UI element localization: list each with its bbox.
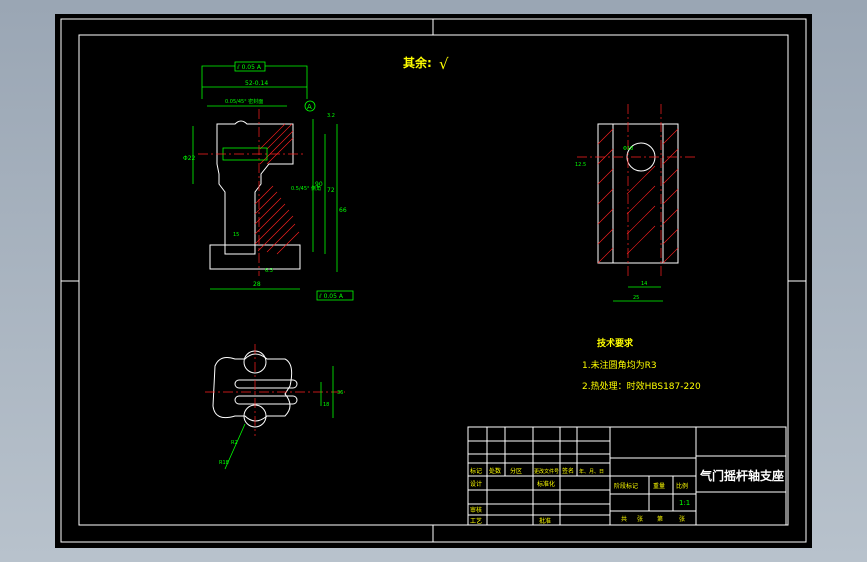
label-approve: 批准 xyxy=(539,517,551,525)
label-review: 审核 xyxy=(470,506,482,514)
side-hatch xyxy=(597,128,679,264)
label-standard: 标准化 xyxy=(537,480,555,488)
part-name: 气门摇杆轴支座 xyxy=(699,468,784,483)
dim-bottom-width: 28 xyxy=(253,281,261,288)
tech-req-item-1: 1.未注圆角均为R3 xyxy=(582,359,657,371)
dim-bore-spec: 0.05/45° 密封面 xyxy=(225,98,263,105)
label-stage-mark: 阶段标记 xyxy=(614,482,638,490)
label-sign: 签名 xyxy=(562,467,574,475)
outer-border xyxy=(60,18,807,543)
body-outline xyxy=(216,120,294,255)
label-weight: 重量 xyxy=(653,482,665,490)
inner-border xyxy=(78,34,789,526)
label-doc-no: 更改文件号 xyxy=(534,468,559,475)
label-date: 年、月、日 xyxy=(579,468,604,475)
dim-66: 66 xyxy=(339,207,347,214)
top-view: 36 18 R18 R2 xyxy=(205,344,345,470)
top-dim-r2: R2 xyxy=(231,440,238,446)
top-dim-18: 18 xyxy=(323,402,329,408)
dim-15: 15 xyxy=(233,232,239,238)
title-block: 标记 处数 分区 更改文件号 签名 年、月、日 设计 标准化 审核 工艺 批准 … xyxy=(467,426,787,526)
top-slot-upper xyxy=(234,379,298,389)
datum-a: A xyxy=(307,103,312,111)
roughness-note: 其余: xyxy=(403,55,432,70)
side-ra: 12.5 xyxy=(575,162,586,168)
front-view: ⫽ 0.05 A 52-0.14 0.05/45° 密封面 90 72 66 A… xyxy=(183,61,354,301)
label-process: 工艺 xyxy=(470,517,482,525)
side-hole-dim: Φ18 xyxy=(623,146,633,152)
base-ra: 6.3 xyxy=(265,268,273,274)
top-dim-36: 36 xyxy=(337,390,343,396)
top-tolerance-text: ⫽ 0.05 A xyxy=(236,64,262,71)
chamfer-note: 0.5/45° 倒角 xyxy=(291,185,321,192)
label-ratio: 比例 xyxy=(676,482,688,490)
dim-width-top: 52-0.14 xyxy=(245,80,268,87)
dim-72: 72 xyxy=(327,187,335,194)
technical-requirements: 技术要求 1.未注圆角均为R3 2.热处理：时效HBS187-220 xyxy=(582,337,701,392)
top-dim-r18: R18 xyxy=(219,460,229,466)
side-view: 12.5 Φ18 14 25 xyxy=(575,104,695,302)
label-mark: 标记 xyxy=(470,467,482,475)
tech-req-item-2: 2.热处理：时效HBS187-220 xyxy=(582,380,701,392)
drawing-sheet: 其余: √ ⫽ 0.05 A 52-0.14 0.05/45° 密封面 90 7… xyxy=(55,14,812,548)
roughness-symbol: √ xyxy=(439,55,449,73)
label-sheet-no: 第 xyxy=(657,515,663,523)
dim-left-height: Φ22 xyxy=(183,155,196,162)
label-design: 设计 xyxy=(470,480,482,488)
tolerance-leader-right xyxy=(265,65,308,99)
scale-value: 1:1 xyxy=(679,499,690,507)
label-count: 处数 xyxy=(489,467,501,475)
engineering-drawing: 其余: √ ⫽ 0.05 A 52-0.14 0.05/45° 密封面 90 7… xyxy=(60,18,807,543)
bottom-tolerance-text: ⫽ 0.05 A xyxy=(318,293,344,300)
side-outline xyxy=(597,123,679,264)
cad-window: 其余: √ ⫽ 0.05 A 52-0.14 0.05/45° 密封面 90 7… xyxy=(0,0,867,562)
tech-req-heading: 技术要求 xyxy=(597,337,634,349)
label-sheets-total: 共 xyxy=(621,515,627,523)
label-sheet-2: 张 xyxy=(679,515,685,523)
side-dim-14: 14 xyxy=(641,281,647,287)
side-dim-25: 25 xyxy=(633,295,639,301)
label-sheet: 张 xyxy=(637,515,643,523)
ra-right: 3.2 xyxy=(327,113,335,119)
tolerance-leader-left xyxy=(201,65,235,99)
label-zone: 分区 xyxy=(510,467,522,475)
